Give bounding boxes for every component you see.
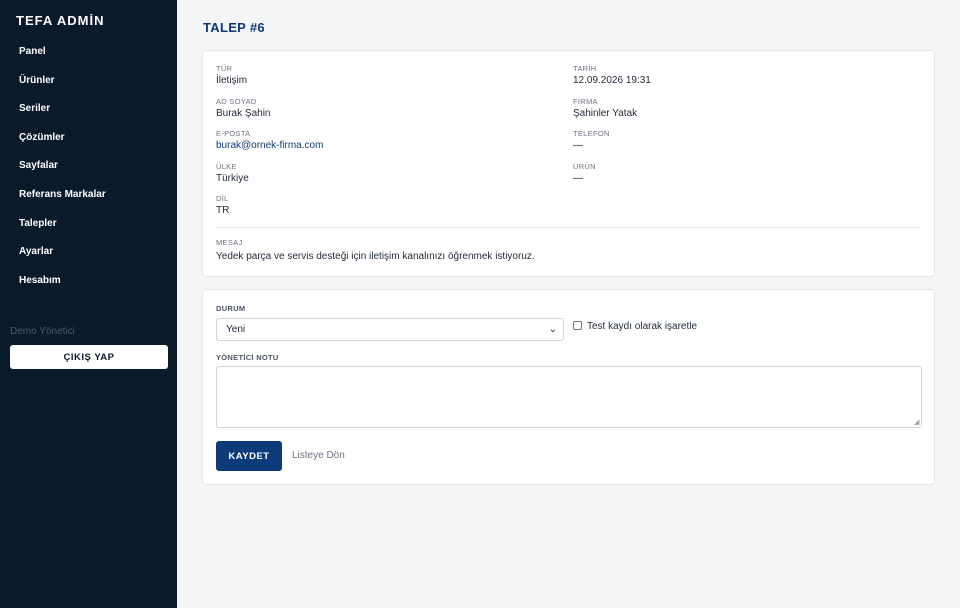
field-country: ÜLKE Türkiye — [216, 162, 249, 184]
status-label: DURUM — [216, 304, 246, 313]
message-text: Yedek parça ve servis desteği için ileti… — [216, 251, 535, 262]
page-title: TALEP #6 — [203, 20, 265, 35]
field-product-label: ÜRÜN — [573, 162, 596, 171]
test-record-checkbox-label: Test kaydı olarak işaretle — [587, 321, 698, 332]
field-type: TÜR İletişim — [216, 64, 247, 86]
main-content: TALEP #6 TÜR İletişim TARİH 12.09.2026 1… — [177, 0, 960, 608]
field-date-label: TARİH — [573, 64, 597, 73]
field-email: E-POSTA burak@ornek-firma.com — [216, 129, 323, 151]
email-link[interactable]: burak@ornek-firma.com — [216, 140, 323, 151]
field-product-value: — — [573, 173, 583, 184]
sidebar-item-products[interactable]: Ürünler — [0, 67, 177, 96]
admin-note-textarea[interactable] — [216, 366, 922, 428]
field-phone-value: — — [573, 140, 583, 151]
test-record-checkbox[interactable] — [573, 321, 582, 330]
admin-note-label: YÖNETİCİ NOTU — [216, 353, 279, 362]
current-user-label: Demo Yönetici — [10, 326, 75, 337]
sidebar-item-reference-brands[interactable]: Referans Markalar — [0, 181, 177, 210]
field-company: FİRMA Şahinler Yatak — [573, 97, 637, 119]
field-name-label: AD SOYAD — [216, 97, 257, 106]
logout-button[interactable]: ÇIKIŞ YAP — [10, 345, 168, 369]
sidebar-item-requests[interactable]: Talepler — [0, 210, 177, 239]
field-language: DİL TR — [216, 194, 229, 216]
field-date-value: 12.09.2026 19:31 — [573, 75, 651, 86]
message-label: MESAJ — [216, 238, 243, 247]
field-country-label: ÜLKE — [216, 162, 237, 171]
sidebar-item-solutions[interactable]: Çözümler — [0, 124, 177, 153]
sidebar-item-series[interactable]: Seriler — [0, 95, 177, 124]
field-phone-label: TELEFON — [573, 129, 610, 138]
back-to-list-link[interactable]: Listeye Dön — [292, 450, 345, 461]
field-type-value: İletişim — [216, 75, 248, 86]
status-select-value: Yeni — [226, 324, 246, 335]
request-details-card: TÜR İletişim TARİH 12.09.2026 19:31 AD S… — [202, 50, 935, 277]
save-button[interactable]: KAYDET — [216, 441, 282, 471]
sidebar-item-pages[interactable]: Sayfalar — [0, 152, 177, 181]
resize-grip-icon[interactable]: ◢ — [914, 418, 932, 483]
sidebar: TEFA ADMİN Panel Ürünler Seriler Çözümle… — [0, 0, 177, 608]
field-country-value: Türkiye — [216, 173, 249, 184]
field-email-label: E-POSTA — [216, 129, 251, 138]
field-language-label: DİL — [216, 194, 229, 203]
field-language-value: TR — [216, 205, 230, 216]
field-type-label: TÜR — [216, 64, 233, 73]
sidebar-item-panel[interactable]: Panel — [0, 38, 177, 67]
brand-logo: TEFA ADMİN — [16, 13, 105, 28]
field-company-value: Şahinler Yatak — [573, 108, 638, 119]
field-company-label: FİRMA — [573, 97, 598, 106]
request-update-form: DURUM Yeni ⌄ Test kaydı olarak işaretle … — [202, 289, 935, 485]
sidebar-nav: Panel Ürünler Seriler Çözümler Sayfalar … — [0, 38, 177, 295]
divider — [216, 227, 921, 228]
status-select[interactable]: Yeni ⌄ — [216, 318, 564, 341]
field-phone: TELEFON — — [573, 129, 610, 151]
field-name: AD SOYAD Burak Şahin — [216, 97, 270, 119]
field-name-value: Burak Şahin — [216, 108, 271, 119]
field-product: ÜRÜN — — [573, 162, 596, 184]
chevron-down-icon: ⌄ — [548, 324, 557, 335]
sidebar-item-settings[interactable]: Ayarlar — [0, 238, 177, 267]
sidebar-item-account[interactable]: Hesabım — [0, 267, 177, 296]
field-date: TARİH 12.09.2026 19:31 — [573, 64, 651, 86]
test-record-checkbox-row[interactable]: Test kaydı olarak işaretle — [573, 321, 697, 332]
